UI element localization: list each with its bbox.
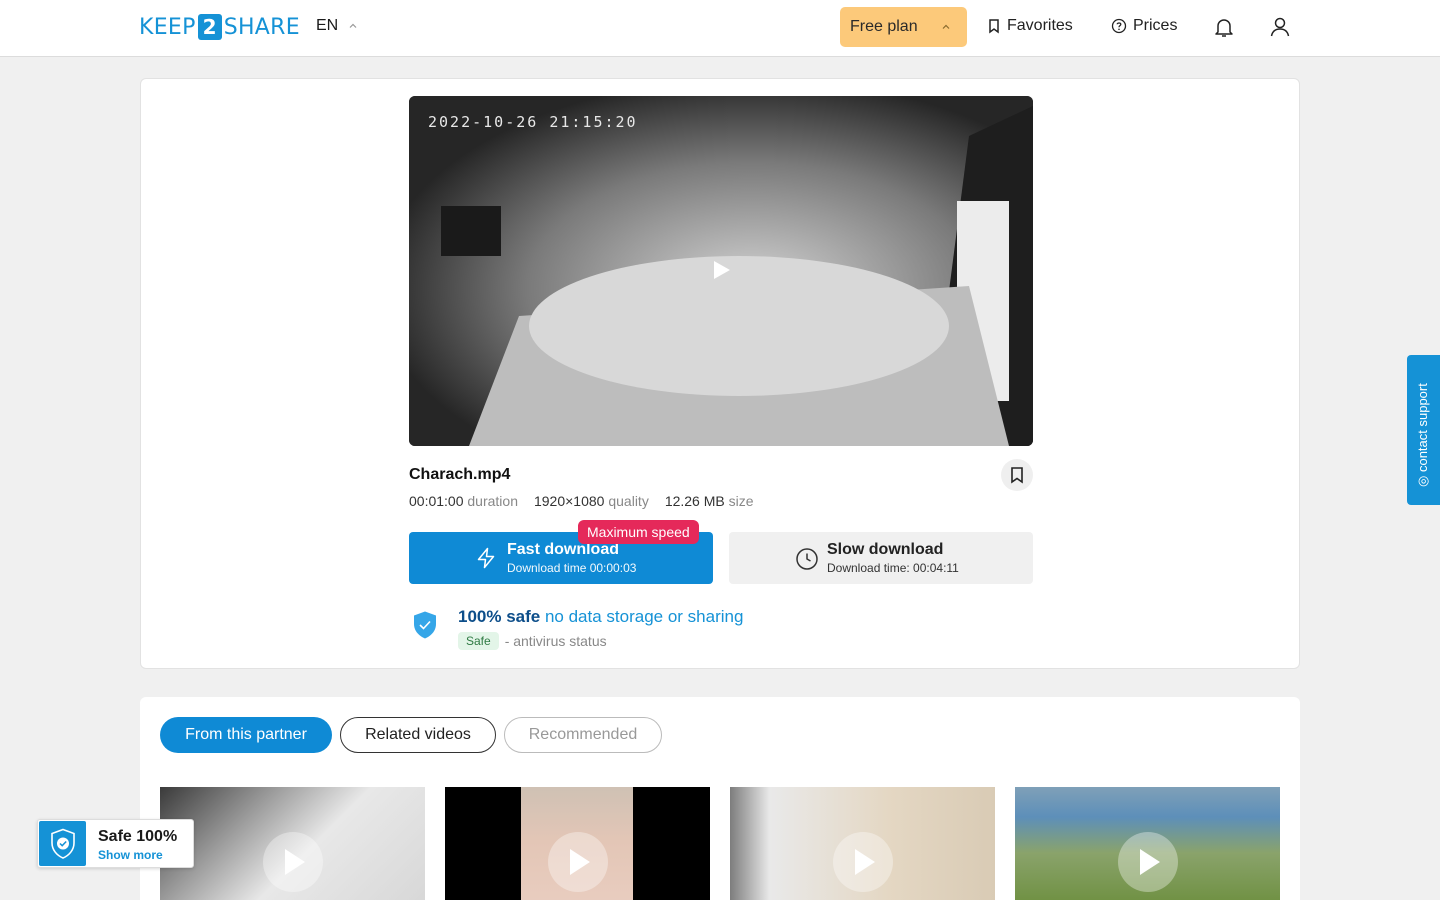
free-plan-button[interactable]: Free plan xyxy=(840,7,967,47)
safety-statement: 100% safe no data storage or sharing xyxy=(458,607,743,627)
play-icon xyxy=(285,849,305,875)
antivirus-badge: Safe xyxy=(458,632,499,650)
logo-text-left: KEEP xyxy=(139,14,196,40)
slow-download-button[interactable]: Slow download Download time: 00:04:11 xyxy=(729,532,1033,584)
user-icon[interactable] xyxy=(1268,15,1292,39)
chevron-up-icon xyxy=(942,24,950,29)
duration-meta: 00:01:00 duration xyxy=(409,493,518,509)
tab-recommended[interactable]: Recommended xyxy=(504,717,662,753)
safe-widget[interactable]: Safe 100% Show more xyxy=(37,819,194,868)
contact-support-tab[interactable]: ◎ contact support xyxy=(1407,355,1440,505)
video-thumbnail[interactable] xyxy=(160,787,425,900)
logo-text-right: SHARE xyxy=(223,14,300,40)
size-meta: 12.26 MB size xyxy=(665,493,754,509)
top-header: KEEP 2 SHARE EN Free plan Favorites Prices xyxy=(0,0,1440,57)
contact-support-text: contact support xyxy=(1415,383,1430,473)
antivirus-text: - antivirus status xyxy=(504,633,607,649)
bookmark-button[interactable] xyxy=(1001,459,1033,491)
play-button[interactable] xyxy=(263,832,323,892)
contact-support-label: ◎ contact support xyxy=(1415,383,1430,487)
duration-value: 00:01:00 xyxy=(409,493,464,509)
bell-icon[interactable] xyxy=(1212,15,1236,39)
show-more-link[interactable]: Show more xyxy=(98,848,163,862)
site-logo[interactable]: KEEP 2 SHARE xyxy=(139,14,300,40)
quality-label: quality xyxy=(608,493,649,509)
shield-check-icon xyxy=(51,828,75,859)
file-card: 2022-10-26 21:15:20 Charach.mp4 00:01:00… xyxy=(140,78,1300,669)
prices-label: Prices xyxy=(1133,17,1178,34)
play-button[interactable] xyxy=(548,832,608,892)
video-timestamp: 2022-10-26 21:15:20 xyxy=(428,113,638,131)
video-thumbnail[interactable] xyxy=(730,787,995,900)
antivirus-status: Safe - antivirus status xyxy=(458,632,607,650)
tab-related-videos[interactable]: Related videos xyxy=(340,717,496,753)
language-label: EN xyxy=(316,17,339,34)
size-label: size xyxy=(728,493,754,509)
video-thumbnail[interactable] xyxy=(445,787,710,900)
safety-text: no data storage or sharing xyxy=(544,607,744,626)
maximum-speed-badge: Maximum speed xyxy=(578,520,699,544)
slow-download-time: Download time: 00:04:11 xyxy=(827,561,959,575)
file-meta: 00:01:00 duration 1920×1080 quality 12.2… xyxy=(409,493,754,509)
fast-download-time: Download time 00:00:03 xyxy=(507,561,637,575)
play-button[interactable] xyxy=(833,832,893,892)
file-name: Charach.mp4 xyxy=(409,466,511,483)
prices-link[interactable]: Prices xyxy=(1111,17,1177,35)
bookmark-icon xyxy=(1011,467,1023,484)
play-icon xyxy=(855,849,875,875)
slow-download-title: Slow download xyxy=(827,541,944,558)
safe-widget-title: Safe 100% xyxy=(98,828,178,845)
language-selector[interactable]: EN xyxy=(316,17,358,35)
favorites-link[interactable]: Favorites xyxy=(987,17,1073,35)
safe-widget-icon-box xyxy=(39,821,86,866)
play-icon xyxy=(570,849,590,875)
play-icon xyxy=(1140,849,1160,875)
favorites-label: Favorites xyxy=(1007,17,1073,34)
video-player[interactable]: 2022-10-26 21:15:20 xyxy=(409,96,1033,446)
play-icon[interactable] xyxy=(713,260,731,280)
plan-label: Free plan xyxy=(850,18,918,35)
recommendations-panel: From this partner Related videos Recomme… xyxy=(140,697,1300,900)
help-circle-icon xyxy=(1111,18,1127,34)
play-button[interactable] xyxy=(1118,832,1178,892)
lightning-icon xyxy=(477,547,495,569)
duration-label: duration xyxy=(467,493,518,509)
shield-check-icon xyxy=(414,611,436,639)
tab-from-this-partner[interactable]: From this partner xyxy=(160,717,332,753)
bookmark-icon xyxy=(989,19,999,34)
size-value: 12.26 MB xyxy=(664,493,725,509)
logo-number: 2 xyxy=(197,14,222,40)
chevron-up-icon xyxy=(349,23,357,28)
video-thumbnail[interactable] xyxy=(1015,787,1280,900)
quality-meta: 1920×1080 quality xyxy=(534,493,649,509)
safety-bold: 100% safe xyxy=(458,607,541,626)
clock-icon xyxy=(796,548,818,570)
quality-value: 1920×1080 xyxy=(533,493,605,509)
